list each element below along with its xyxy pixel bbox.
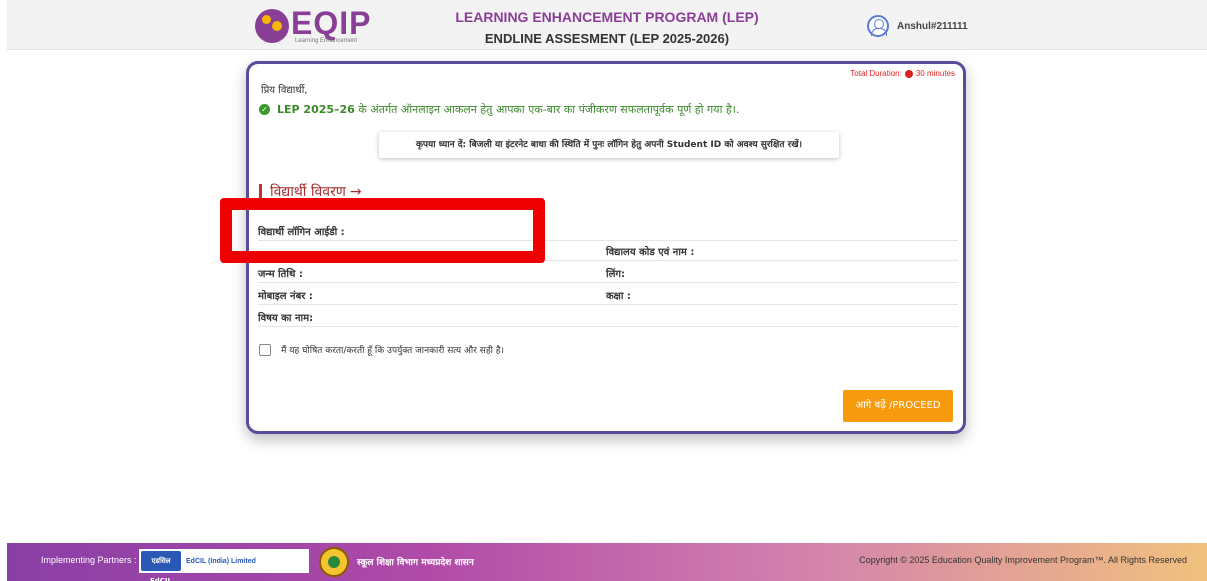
mp-department: स्कूल शिक्षा विभाग मध्यप्रदेश शासन: [357, 558, 474, 568]
header: EQIP Learning Enhancement LEARNING ENHAN…: [7, 0, 1207, 50]
field-school: विद्यालय कोड एवं नाम :: [606, 247, 695, 258]
program-title: LEARNING ENHANCEMENT PROGRAM (LEP) ENDLI…: [437, 9, 777, 47]
field-mobile: मोबाइल नंबर :: [258, 291, 313, 302]
program-title-line2: ENDLINE ASSESMENT (LEP 2025-2026): [484, 31, 730, 46]
highlight-box: [220, 198, 545, 263]
success-message: ✓ LEP 2025–26 के अंतर्गत ऑनलाइन आकलन हेत…: [259, 102, 739, 117]
field-row-dob: जन्म तिथि : लिंग:: [258, 263, 958, 283]
total-duration: Total Duration: 30 minutes: [850, 69, 955, 78]
edcil-logo-icon: एडसिल EdCIL: [141, 551, 181, 581]
logo-subtitle: Learning Enhancement: [295, 38, 358, 44]
proceed-button[interactable]: आगे बढ़ें /PROCEED: [843, 390, 953, 422]
copyright: Copyright © 2025 Education Quality Impro…: [859, 555, 1187, 565]
greeting: प्रिय विद्यार्थी,: [261, 85, 308, 96]
clock-icon: [904, 69, 913, 78]
field-dob: जन्म तिथि :: [258, 269, 303, 280]
field-subject: विषय का नाम:: [258, 313, 314, 324]
success-bold: LEP 2025–26: [277, 103, 355, 116]
duration-label: Total Duration:: [850, 69, 902, 78]
logo-text: EQIP: [291, 5, 372, 41]
notice-banner: कृपया ध्यान दें: बिजली या इंटरनेट बाधा क…: [379, 132, 839, 158]
declaration: मैं यह घोषित करता/करती हूँ कि उपर्युक्त …: [259, 343, 504, 356]
field-row-mobile: मोबाइल नंबर : कक्षा :: [258, 285, 958, 305]
username: Anshul#211111: [897, 20, 968, 32]
partners-label: Implementing Partners :: [41, 555, 137, 565]
success-text: के अंतर्गत ऑनलाइन आकलन हेतु आपका एक-बार …: [358, 103, 740, 116]
check-circle-icon: ✓: [259, 104, 270, 115]
mp-emblem: [319, 547, 349, 577]
field-class: कक्षा :: [606, 291, 631, 302]
declaration-text: मैं यह घोषित करता/करती हूँ कि उपर्युक्त …: [281, 346, 504, 356]
duration-value: 30 minutes: [915, 69, 955, 78]
eqip-logo: EQIP Learning Enhancement: [255, 5, 370, 47]
declaration-checkbox[interactable]: [259, 343, 271, 356]
program-title-line1: LEARNING ENHANCEMENT PROGRAM (LEP): [455, 9, 759, 25]
user-menu[interactable]: Anshul#211111: [867, 14, 968, 38]
edcil-logo: एडसिल EdCIL EdCIL (India) Limited: [139, 549, 309, 581]
footer: Implementing Partners : एडसिल EdCIL EdCI…: [7, 543, 1207, 581]
eqip-logo-icon: [255, 9, 289, 43]
field-row-subject: विषय का नाम:: [258, 307, 958, 327]
field-gender: लिंग:: [606, 269, 625, 280]
edcil-name: EdCIL (India) Limited: [186, 557, 256, 565]
user-avatar-icon[interactable]: [867, 15, 889, 37]
